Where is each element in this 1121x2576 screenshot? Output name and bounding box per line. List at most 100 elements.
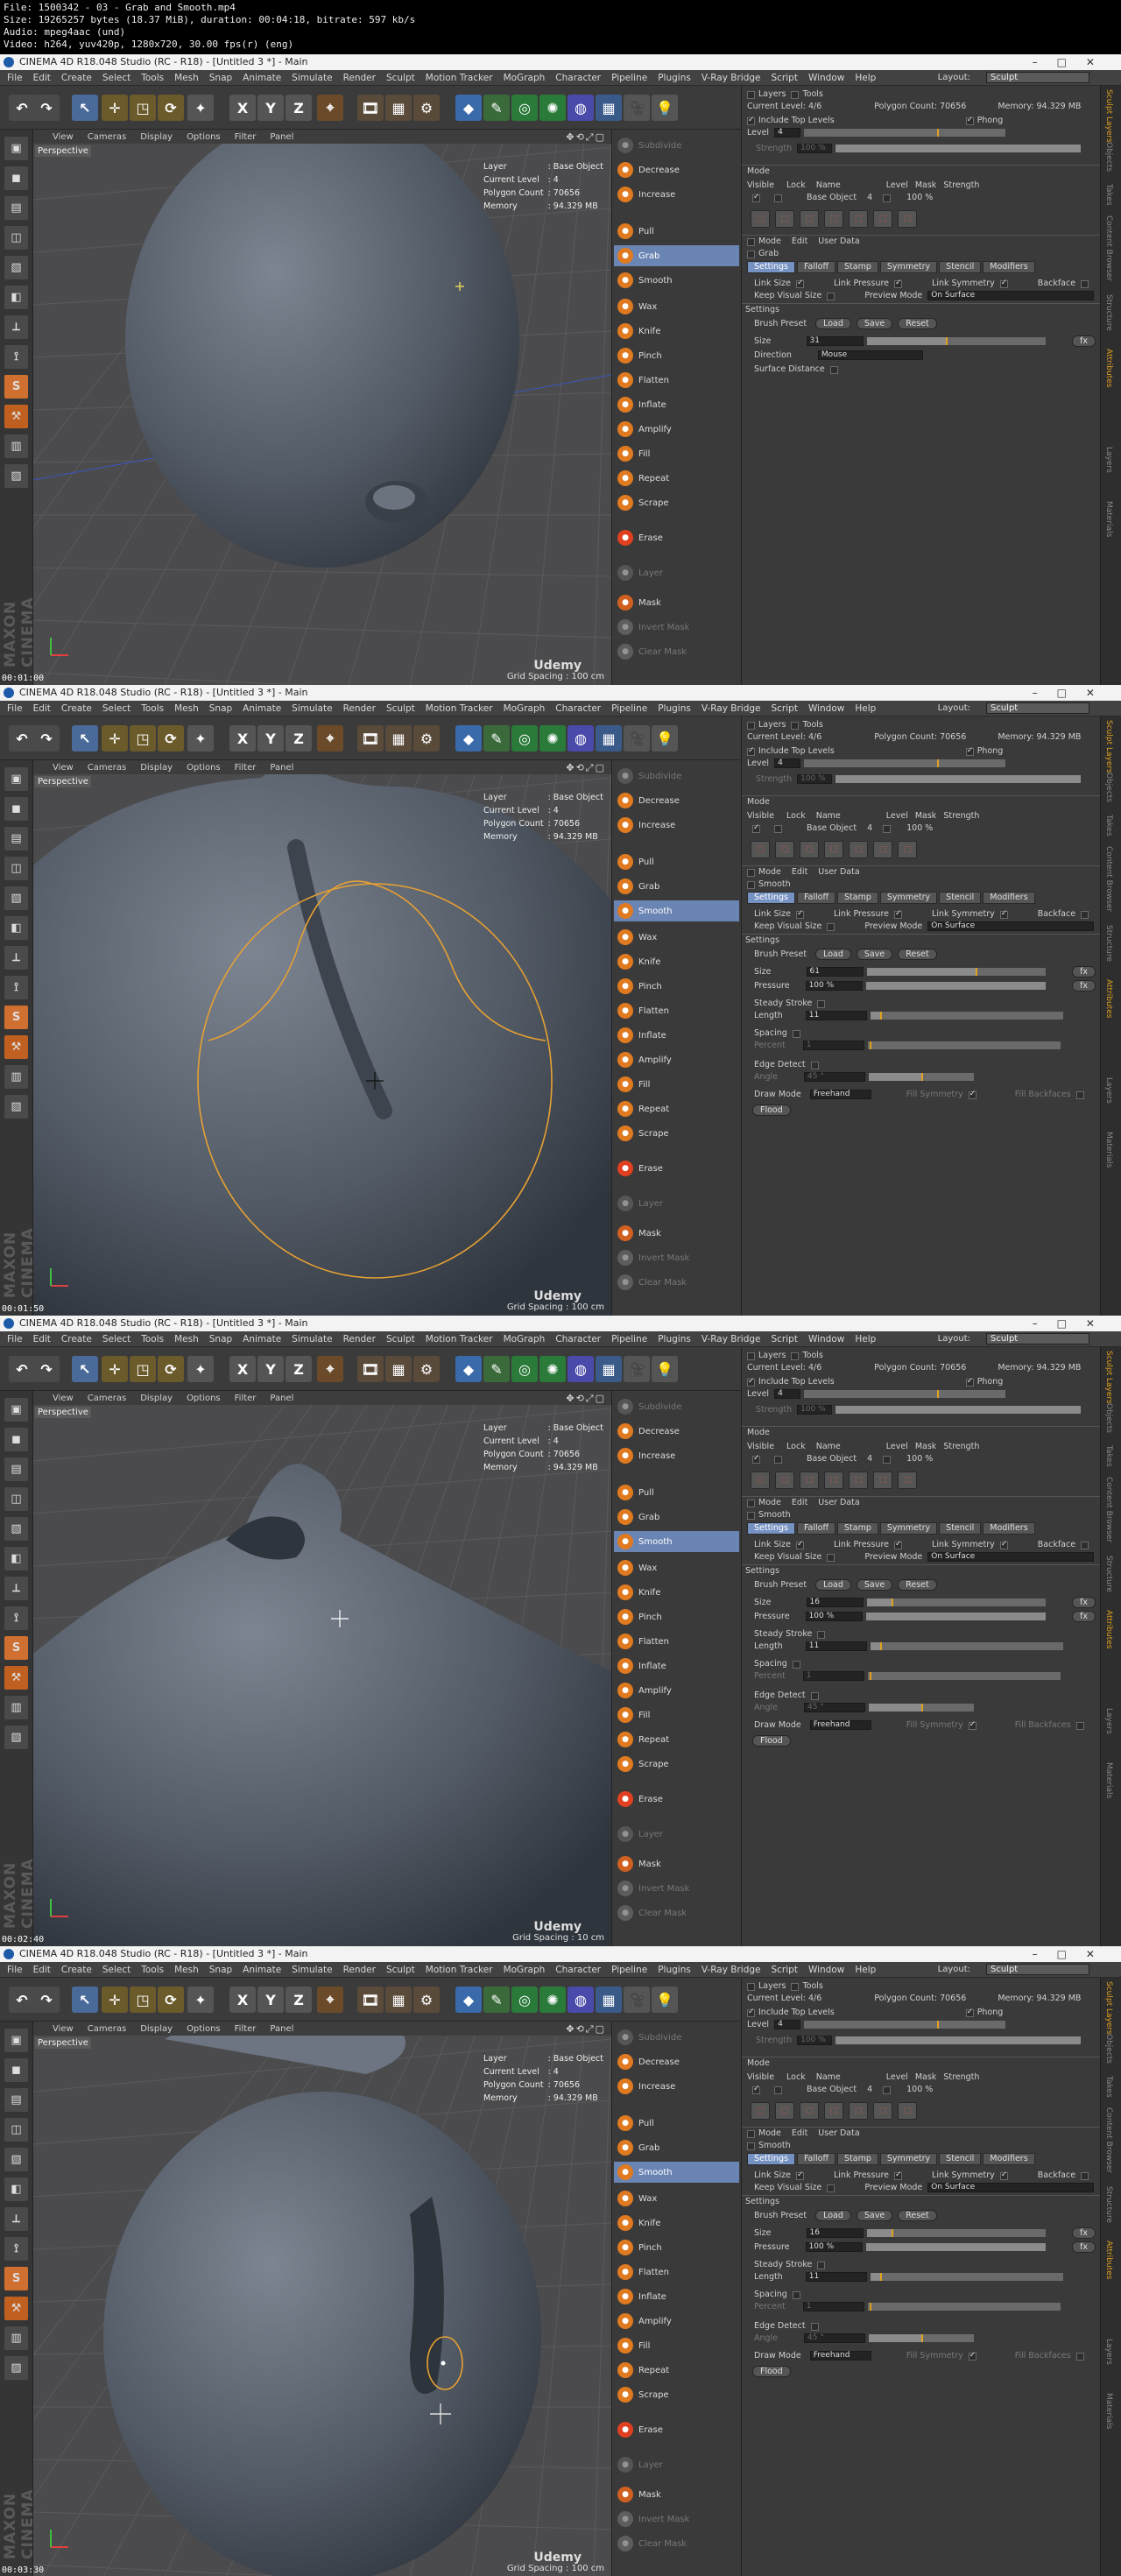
left-tool-icon[interactable]: ⟟: [4, 1606, 28, 1630]
dock-tab[interactable]: Layers: [1104, 1077, 1113, 1104]
dock-tab[interactable]: Attributes: [1104, 1610, 1113, 1648]
brush-clear-mask[interactable]: ● Clear Mask: [614, 641, 739, 662]
load-button[interactable]: Load: [815, 317, 851, 329]
live-select-icon[interactable]: ↖: [72, 1987, 98, 2013]
spacing-check[interactable]: [792, 1029, 800, 1038]
left-tool-icon[interactable]: ▣: [4, 767, 28, 791]
percent-field[interactable]: 1: [802, 1670, 864, 1681]
brush-grab[interactable]: ● Grab: [614, 876, 739, 897]
menu-sculpt[interactable]: Sculpt: [386, 1334, 415, 1344]
brush-inflate[interactable]: ● Inflate: [614, 2286, 739, 2307]
brush-erase[interactable]: ● Erase: [614, 527, 739, 548]
reset-button[interactable]: Reset: [898, 2209, 937, 2221]
menu-plugins[interactable]: Plugins: [658, 1965, 691, 1975]
menu-snap[interactable]: Snap: [209, 703, 232, 714]
load-button[interactable]: Load: [815, 2209, 851, 2221]
viewport-nav-icons[interactable]: ✥⟲⤢▢: [566, 131, 606, 144]
brush-invert-mask[interactable]: ● Invert Mask: [614, 1878, 739, 1899]
z-axis-icon[interactable]: Z: [286, 95, 312, 121]
save-button[interactable]: Save: [856, 948, 893, 960]
move-icon[interactable]: ✛: [102, 1987, 128, 2013]
size-field[interactable]: 61: [806, 966, 864, 977]
subtab-settings[interactable]: Settings: [747, 2153, 795, 2165]
viewport-menu-display[interactable]: Display: [140, 132, 173, 142]
viewport-menu-view[interactable]: View: [53, 132, 74, 142]
fill-backfaces-check[interactable]: [1075, 1721, 1084, 1730]
brush-smooth[interactable]: ● Smooth: [614, 2162, 739, 2183]
dock-tab[interactable]: Content Browser: [1104, 1477, 1113, 1542]
subtab-falloff[interactable]: Falloff: [796, 2153, 836, 2165]
viewport-menu-display[interactable]: Display: [140, 763, 173, 773]
brush-pinch[interactable]: ● Pinch: [614, 976, 739, 997]
brush-decrease[interactable]: ● Decrease: [614, 159, 739, 180]
save-button[interactable]: Save: [856, 1578, 893, 1591]
percent-field[interactable]: 1: [802, 2301, 864, 2311]
brush-pinch[interactable]: ● Pinch: [614, 1606, 739, 1627]
left-tool-icon[interactable]: ▣: [4, 137, 28, 160]
layer-lock-check[interactable]: [774, 824, 782, 833]
copy-layer-icon[interactable]: ⬚: [849, 841, 868, 858]
left-tool-icon[interactable]: ▨: [4, 1726, 28, 1749]
menu-sculpt[interactable]: Sculpt: [386, 703, 415, 714]
size-slider[interactable]: [866, 336, 1047, 345]
rotate-icon[interactable]: ⟳: [158, 725, 184, 752]
steady-stroke-check[interactable]: [817, 999, 826, 1008]
menu-motion-tracker[interactable]: Motion Tracker: [426, 1334, 493, 1344]
left-tool-icon[interactable]: ▨: [4, 1095, 28, 1119]
bake-icon[interactable]: ⬚: [898, 2102, 917, 2120]
menu-v-ray-bridge[interactable]: V-Ray Bridge: [702, 1334, 761, 1344]
dock-tab[interactable]: Objects: [1104, 1403, 1113, 1433]
dock-tab[interactable]: Sculpt Layers: [1104, 720, 1113, 773]
live-select-icon[interactable]: ↖: [72, 1356, 98, 1382]
layer-mask-check[interactable]: [883, 194, 892, 202]
pen-icon[interactable]: ✎: [483, 725, 510, 752]
percent-slider[interactable]: [867, 1671, 1061, 1680]
brush-pull[interactable]: ● Pull: [614, 851, 739, 872]
pressure-fx-button[interactable]: fx: [1072, 2241, 1096, 2253]
include-top-check[interactable]: [747, 116, 755, 125]
fill-backfaces-check[interactable]: [1075, 2352, 1084, 2361]
pressure-slider[interactable]: [866, 981, 1047, 990]
level-field[interactable]: 4: [774, 1388, 801, 1399]
pressure-field[interactable]: 100 %: [805, 1611, 864, 1621]
pen-icon[interactable]: ✎: [483, 95, 510, 121]
bake-icon[interactable]: ⬚: [898, 210, 917, 228]
brush-erase[interactable]: ● Erase: [614, 1158, 739, 1179]
brush-pull[interactable]: ● Pull: [614, 1482, 739, 1503]
link-size-check[interactable]: [795, 909, 804, 919]
floor-icon[interactable]: ▦: [596, 725, 622, 752]
menu-v-ray-bridge[interactable]: V-Ray Bridge: [702, 1965, 761, 1975]
tool-check[interactable]: [747, 1511, 755, 1520]
merge-icon[interactable]: ⬚: [873, 1471, 892, 1489]
light-icon[interactable]: 💡: [652, 725, 678, 752]
left-tool-icon[interactable]: ◧: [4, 2177, 28, 2201]
draw-mode-dropdown[interactable]: Freehand: [809, 1089, 871, 1099]
window-controls[interactable]: –□✕: [1033, 1946, 1114, 1962]
add-folder-icon[interactable]: ⬚: [775, 2102, 794, 2120]
pressure-slider[interactable]: [866, 1612, 1047, 1620]
size-field[interactable]: 16: [806, 1597, 864, 1607]
recent-tool-icon[interactable]: ✦: [187, 1356, 214, 1382]
menu-motion-tracker[interactable]: Motion Tracker: [426, 703, 493, 714]
strength-slider[interactable]: [835, 1405, 1082, 1414]
left-tool-icon[interactable]: ⟂: [4, 2207, 28, 2231]
dock-tab[interactable]: Layers: [1104, 2339, 1113, 2365]
brush-pinch[interactable]: ● Pinch: [614, 345, 739, 366]
left-tool-icon[interactable]: ◼: [4, 166, 28, 190]
menu-mograph[interactable]: MoGraph: [504, 1965, 546, 1975]
link-size-check[interactable]: [795, 1540, 804, 1549]
menu-help[interactable]: Help: [855, 703, 876, 714]
brush-amplify[interactable]: ● Amplify: [614, 2311, 739, 2332]
brush-subdivide[interactable]: ● Subdivide: [614, 135, 739, 156]
link-pressure-check[interactable]: [894, 909, 903, 919]
add-layer-icon[interactable]: ⬚: [751, 841, 770, 858]
left-tool-icon[interactable]: ◫: [4, 226, 28, 250]
light-icon[interactable]: 💡: [652, 1987, 678, 2013]
viewport-menu-filter[interactable]: Filter: [235, 1394, 257, 1403]
subtab-stamp[interactable]: Stamp: [837, 261, 878, 273]
size-slider[interactable]: [866, 2228, 1047, 2237]
subtab-settings[interactable]: Settings: [747, 1522, 795, 1535]
angle-field[interactable]: 45 °: [804, 1702, 866, 1712]
rotate-icon[interactable]: ⟳: [158, 1987, 184, 2013]
brush-clear-mask[interactable]: ● Clear Mask: [614, 1902, 739, 1923]
